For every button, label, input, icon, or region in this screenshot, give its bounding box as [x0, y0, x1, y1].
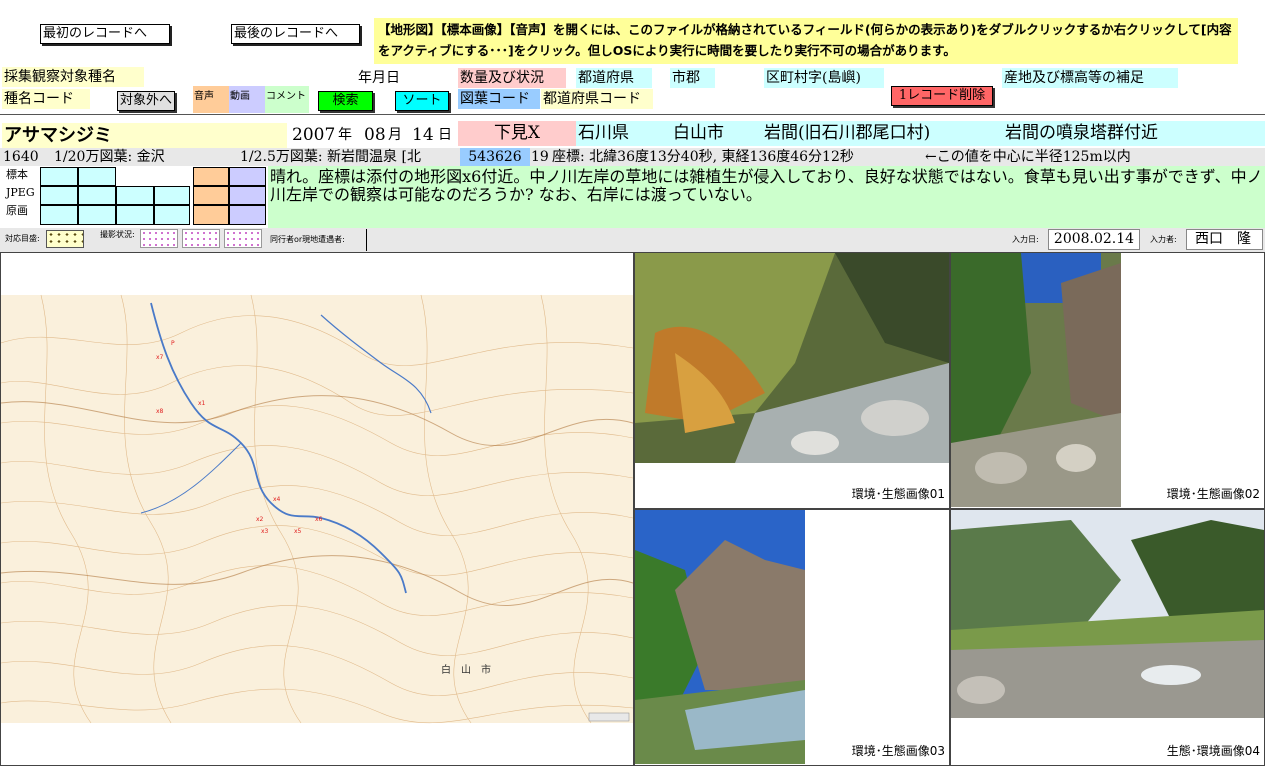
original-slot-1[interactable] [40, 205, 78, 225]
eco-photo-02[interactable] [951, 253, 1121, 507]
sort-button[interactable]: ソート [395, 91, 449, 111]
photo-caption-03: 環境･生態画像03 [851, 744, 945, 758]
entry-date-label: 入力日: [1012, 235, 1039, 244]
audio-slot-2[interactable] [193, 186, 229, 205]
last-record-button[interactable]: 最後のレコードへ [231, 24, 360, 44]
jpeg-slot-1[interactable] [40, 186, 78, 205]
quantity-field[interactable]: 下見X [458, 121, 576, 146]
prefecture-code-label: 都道府県コード [541, 89, 653, 109]
eco-photo-01[interactable] [635, 253, 949, 463]
original-label: 原画 [6, 204, 28, 217]
original-slot-3[interactable] [116, 205, 154, 225]
map-marker-x6: x6 [315, 516, 323, 523]
specimen-label: 標本 [6, 168, 28, 181]
delete-record-button[interactable]: 1レコード削除 [891, 86, 993, 106]
day-field[interactable]: 14 [412, 123, 434, 148]
map-marker-p: P [171, 340, 175, 347]
photo-status-label: 撮影状況: [100, 230, 135, 239]
photo-status-slot-1[interactable] [140, 229, 178, 248]
map-25k-field: 1/2.5万図葉: 新岩間温泉 [北 [240, 149, 421, 165]
photo-status-slot-3[interactable] [224, 229, 262, 248]
map-marker-x7: x7 [156, 354, 164, 361]
ward-village-label: 区町村字(島嶼) [764, 68, 884, 88]
city-field[interactable]: 白山市 [673, 121, 724, 146]
photo-status-slot-2[interactable] [182, 229, 220, 248]
map-marker-x1: x1 [198, 400, 206, 407]
species-target-label: 採集観察対象種名 [2, 67, 144, 87]
year-field[interactable]: 2007 [292, 123, 335, 148]
prefecture-field[interactable]: 石川県 [578, 121, 629, 146]
map-code-label: 図葉コード [458, 89, 540, 109]
quantity-status-label: 数量及び状況 [458, 68, 566, 88]
pref-code-field[interactable]: 19 [531, 148, 549, 166]
audio-label[interactable]: 音声 [193, 86, 229, 113]
map-city-label: 白 山 市 [441, 663, 491, 676]
eco-photo-04[interactable] [951, 510, 1264, 718]
audio-slot-3[interactable] [193, 205, 229, 225]
prefecture-label: 都道府県 [576, 68, 652, 88]
original-slot-2[interactable] [78, 205, 116, 225]
photo-panel-03[interactable]: 環境･生態画像03 [634, 509, 950, 766]
species-name-field[interactable]: アサマシジミ [2, 123, 287, 148]
year-unit: 年 [338, 127, 352, 143]
entry-date-field[interactable]: 2008.02.14 [1048, 229, 1140, 250]
not-target-button[interactable]: 対象外へ [117, 91, 175, 111]
video-slot-1[interactable] [229, 167, 266, 186]
month-field[interactable]: 08 [364, 123, 386, 148]
video-label[interactable]: 動画 [229, 86, 265, 113]
topographic-map-panel[interactable]: P x7 x8 x1 x4 x2 x3 x5 x6 白 山 市 [0, 252, 634, 766]
entry-person-field[interactable]: 西口 隆 [1186, 229, 1263, 250]
target-scale-label: 対応目盛: [5, 234, 40, 243]
video-slot-2[interactable] [229, 186, 266, 205]
map-marker-x4: x4 [273, 496, 281, 503]
instruction-note: 【地形図】【標本画像】【音声】を開くには、このファイルが格納されているフィールド… [374, 18, 1238, 64]
species-code-field[interactable]: 1640 [3, 148, 39, 166]
audio-slot-1[interactable] [193, 167, 229, 186]
map-code-field[interactable]: 543626 [460, 148, 530, 166]
map-marker-x2: x2 [256, 516, 264, 523]
map-marker-x8: x8 [156, 408, 164, 415]
photo-caption-02: 環境･生態画像02 [1166, 487, 1260, 501]
video-slot-3[interactable] [229, 205, 266, 225]
map-200k-field: 1/20万図葉: 金沢 [54, 149, 165, 165]
specimen-slot-2[interactable] [78, 167, 116, 186]
locality-field[interactable]: 岩間の噴泉塔群付近 [1005, 121, 1158, 146]
original-slot-4[interactable] [154, 205, 190, 225]
search-button[interactable]: 検索 [318, 91, 373, 111]
date-label: 年月日 [358, 70, 400, 86]
species-code-label: 種名コード [2, 89, 90, 109]
jpeg-slot-3[interactable] [116, 186, 154, 205]
target-scale-swatch[interactable] [46, 230, 84, 248]
photo-panel-02[interactable]: 環境･生態画像02 [950, 252, 1265, 509]
day-unit: 日 [438, 127, 452, 143]
comment-label[interactable]: コメント [265, 86, 309, 113]
jpeg-slot-2[interactable] [78, 186, 116, 205]
photo-panel-01[interactable]: 環境･生態画像01 [634, 252, 950, 509]
map-marker-x5: x5 [294, 528, 302, 535]
description-field[interactable]: 晴れ。座標は添付の地形図x6付近。中ノ川左岸の草地には雑植生が侵入しており、良好… [268, 166, 1265, 228]
coordinates-field[interactable]: 座標: 北緯36度13分40秒, 東経136度46分12秒 [552, 148, 854, 166]
photo-panel-04[interactable]: 生態･環境画像04 [950, 509, 1265, 766]
companions-label: 同行者or現地遭遇者: [270, 235, 345, 244]
village-field[interactable]: 岩間(旧石川郡尾口村) [764, 121, 930, 146]
city-label: 市郡 [670, 68, 715, 88]
jpeg-label: JPEG [6, 186, 35, 199]
first-record-button[interactable]: 最初のレコードへ [40, 24, 170, 44]
specimen-slot-1[interactable] [40, 167, 78, 186]
photo-caption-04: 生態･環境画像04 [1166, 744, 1260, 758]
month-unit: 月 [388, 127, 402, 143]
map-marker-x3: x3 [261, 528, 269, 535]
eco-photo-03[interactable] [635, 510, 805, 764]
entry-person-label: 入力者: [1150, 235, 1177, 244]
photo-caption-01: 環境･生態画像01 [851, 487, 945, 501]
locality-supplement-label: 産地及び標高等の補足 [1002, 68, 1178, 88]
jpeg-slot-4[interactable] [154, 186, 190, 205]
companions-field[interactable] [366, 229, 1002, 251]
topographic-map[interactable]: P x7 x8 x1 x4 x2 x3 x5 x6 白 山 市 [1, 253, 634, 766]
header-divider [0, 114, 1265, 115]
radius-note: ←この値を中心に半径125m以内 [925, 149, 1131, 165]
